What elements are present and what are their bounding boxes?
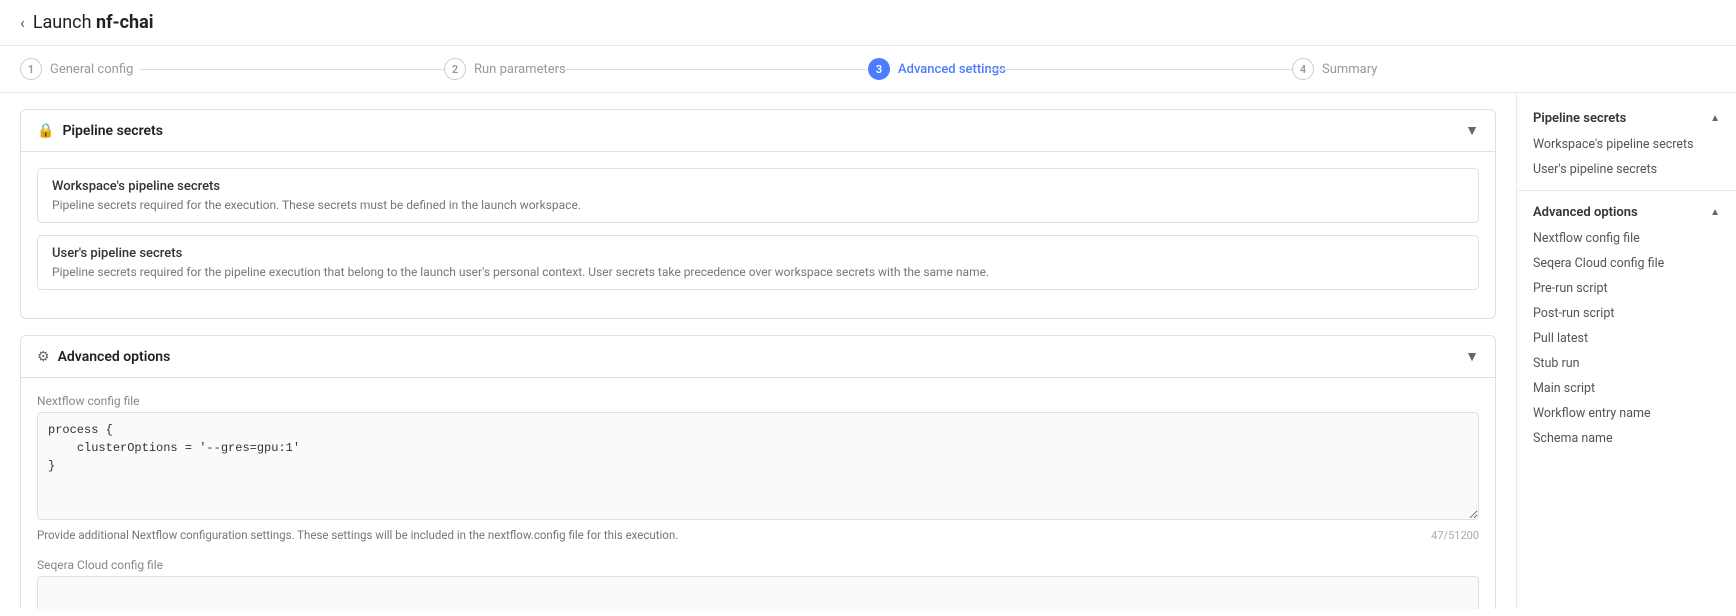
user-secrets-subsection: User's pipeline secrets Pipeline secrets…	[37, 235, 1479, 290]
back-arrow-icon[interactable]: ‹	[20, 13, 25, 32]
sidebar-divider	[1517, 190, 1736, 191]
advanced-options-title: Advanced options	[58, 349, 171, 365]
nextflow-config-char-count: 47/51200	[1431, 529, 1479, 542]
pipeline-secrets-card: 🔒 Pipeline secrets ▼ Workspace's pipelin…	[20, 109, 1496, 319]
settings-icon: ⚙	[37, 349, 50, 365]
step-2-circle: 2	[444, 58, 466, 80]
nextflow-config-textarea[interactable]: process { clusterOptions = '--gres=gpu:1…	[37, 412, 1479, 520]
step-1[interactable]: 1 General config	[20, 58, 444, 80]
sidebar: Pipeline secrets ▲ Workspace's pipeline …	[1516, 93, 1736, 609]
advanced-options-toggle[interactable]: ▼	[1465, 348, 1479, 365]
pipeline-secrets-title: Pipeline secrets	[62, 123, 163, 139]
sidebar-pipeline-secrets-label: Pipeline secrets	[1533, 111, 1626, 126]
sidebar-item-workflow-entry-name[interactable]: Workflow entry name	[1517, 401, 1736, 426]
sidebar-item-pull-latest[interactable]: Pull latest	[1517, 326, 1736, 351]
sidebar-advanced-options-header[interactable]: Advanced options ▲	[1517, 199, 1736, 226]
nextflow-config-desc: Provide additional Nextflow configuratio…	[37, 528, 678, 542]
step-3[interactable]: 3 Advanced settings	[868, 58, 1292, 80]
advanced-options-body: Nextflow config file process { clusterOp…	[21, 378, 1495, 609]
sidebar-item-schema-name[interactable]: Schema name	[1517, 426, 1736, 451]
sidebar-item-pre-run-script[interactable]: Pre-run script	[1517, 276, 1736, 301]
step-3-label: Advanced settings	[898, 62, 1006, 77]
advanced-options-header[interactable]: ⚙ Advanced options ▼	[21, 336, 1495, 378]
sidebar-pipeline-secrets-header[interactable]: Pipeline secrets ▲	[1517, 105, 1736, 132]
sidebar-pipeline-secrets-caret: ▲	[1710, 113, 1720, 124]
nextflow-config-label: Nextflow config file	[37, 394, 1479, 408]
page-title: Launch nf-chai	[33, 12, 154, 33]
sidebar-advanced-options-label: Advanced options	[1533, 205, 1638, 220]
step-4-circle: 4	[1292, 58, 1314, 80]
user-secrets-desc: Pipeline secrets required for the pipeli…	[52, 265, 1464, 279]
sidebar-item-post-run-script[interactable]: Post-run script	[1517, 301, 1736, 326]
step-3-circle: 3	[868, 58, 890, 80]
nextflow-config-group: Nextflow config file process { clusterOp…	[37, 394, 1479, 542]
workspace-secrets-subsection: Workspace's pipeline secrets Pipeline se…	[37, 168, 1479, 223]
stepper: 1 General config 2 Run parameters 3 Adva…	[0, 46, 1736, 93]
pipeline-secrets-body: Workspace's pipeline secrets Pipeline se…	[21, 152, 1495, 318]
pipeline-secrets-toggle[interactable]: ▼	[1465, 122, 1479, 139]
step-2-label: Run parameters	[474, 62, 566, 77]
step-4-label: Summary	[1322, 62, 1377, 77]
seqera-config-label: Seqera Cloud config file	[37, 558, 1479, 572]
sidebar-item-user-pipeline-secrets[interactable]: User's pipeline secrets	[1517, 157, 1736, 182]
content-area: 🔒 Pipeline secrets ▼ Workspace's pipelin…	[0, 93, 1516, 609]
step-4[interactable]: 4 Summary	[1292, 58, 1716, 80]
step-2[interactable]: 2 Run parameters	[444, 58, 868, 80]
seqera-config-textarea[interactable]	[37, 576, 1479, 609]
seqera-config-group: Seqera Cloud config file Provide additio…	[37, 558, 1479, 609]
advanced-options-card: ⚙ Advanced options ▼ Nextflow config fil…	[20, 335, 1496, 609]
sidebar-item-stub-run[interactable]: Stub run	[1517, 351, 1736, 376]
workspace-secrets-desc: Pipeline secrets required for the execut…	[52, 198, 1464, 212]
sidebar-item-seqera-cloud-config[interactable]: Seqera Cloud config file	[1517, 251, 1736, 276]
pipeline-secrets-header[interactable]: 🔒 Pipeline secrets ▼	[21, 110, 1495, 152]
lock-icon: 🔒	[37, 123, 54, 139]
step-1-circle: 1	[20, 58, 42, 80]
step-1-label: General config	[50, 62, 133, 77]
sidebar-item-nextflow-config[interactable]: Nextflow config file	[1517, 226, 1736, 251]
sidebar-advanced-options-caret: ▲	[1710, 207, 1720, 218]
sidebar-item-main-script[interactable]: Main script	[1517, 376, 1736, 401]
user-secrets-title: User's pipeline secrets	[52, 246, 1464, 261]
sidebar-item-workspace-pipeline-secrets[interactable]: Workspace's pipeline secrets	[1517, 132, 1736, 157]
workspace-secrets-title: Workspace's pipeline secrets	[52, 179, 1464, 194]
